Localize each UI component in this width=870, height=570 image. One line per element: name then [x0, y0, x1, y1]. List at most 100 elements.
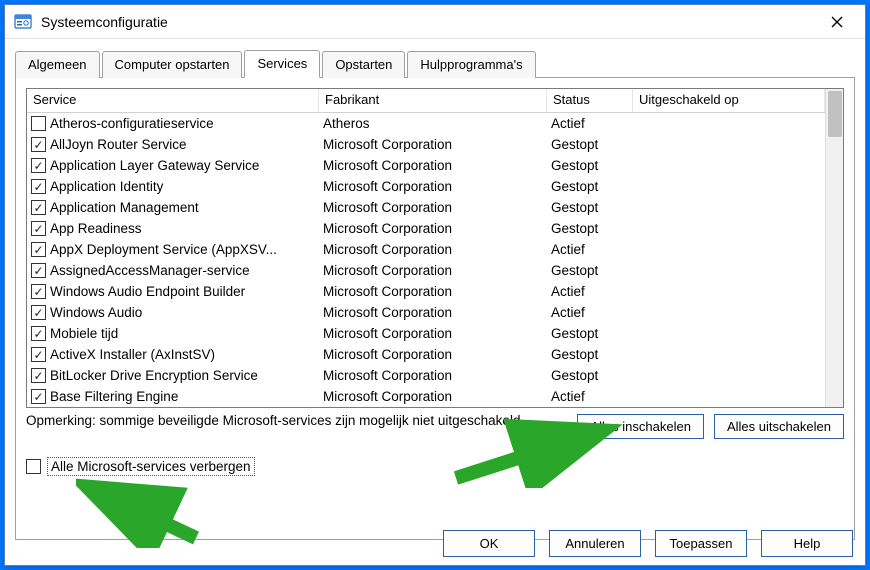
- service-manufacturer: Microsoft Corporation: [319, 326, 547, 341]
- service-name: Windows Audio Endpoint Builder: [50, 284, 245, 299]
- col-disabled-on[interactable]: Uitgeschakeld op: [633, 89, 825, 112]
- service-status: Gestopt: [547, 368, 633, 383]
- tab-computer-opstarten[interactable]: Computer opstarten: [102, 51, 243, 78]
- table-row[interactable]: Application Management Microsoft Corporat…: [27, 197, 825, 218]
- service-name: Mobiele tijd: [50, 326, 118, 341]
- service-status: Gestopt: [547, 326, 633, 341]
- service-name: Application Management: [50, 200, 199, 215]
- table-row[interactable]: Atheros-configuratieserviceAtherosActief: [27, 113, 825, 134]
- msconfig-window: Systeemconfiguratie AlgemeenComputer ops…: [4, 4, 866, 566]
- hide-ms-services-row: Alle Microsoft-services verbergen: [26, 457, 844, 476]
- table-row[interactable]: App Readiness Microsoft CorporationGestop…: [27, 218, 825, 239]
- list-inner: Service Fabrikant Status Uitgeschakeld o…: [27, 89, 825, 407]
- service-name: AllJoyn Router Service: [50, 137, 187, 152]
- close-icon: [831, 16, 843, 28]
- enable-all-button[interactable]: Alles inschakelen: [577, 414, 703, 439]
- service-status: Gestopt: [547, 137, 633, 152]
- service-name: AssignedAccessManager-service: [50, 263, 250, 278]
- service-manufacturer: Atheros: [319, 116, 547, 131]
- app-icon: [13, 12, 33, 32]
- apply-button[interactable]: Toepassen: [655, 530, 747, 557]
- dialog-buttons: OK Annuleren Toepassen Help: [443, 530, 853, 557]
- tab-services[interactable]: Services: [244, 50, 320, 78]
- hide-ms-services-label[interactable]: Alle Microsoft-services verbergen: [47, 457, 255, 476]
- service-rows: Atheros-configuratieserviceAtherosActief…: [27, 113, 825, 407]
- service-status: Gestopt: [547, 179, 633, 194]
- table-row[interactable]: AllJoyn Router Service Microsoft Corporat…: [27, 134, 825, 155]
- service-manufacturer: Microsoft Corporation: [319, 221, 547, 236]
- annotation-arrow-icon: [76, 478, 216, 548]
- service-manufacturer: Microsoft Corporation: [319, 284, 547, 299]
- services-panel: Service Fabrikant Status Uitgeschakeld o…: [15, 78, 855, 540]
- service-manufacturer: Microsoft Corporation: [319, 179, 547, 194]
- below-list-area: Opmerking: sommige beveiligde Microsoft-…: [26, 412, 844, 439]
- service-name: ActiveX Installer (AxInstSV): [50, 347, 215, 362]
- service-manufacturer: Microsoft Corporation: [319, 137, 547, 152]
- service-manufacturer: Microsoft Corporation: [319, 158, 547, 173]
- tab-algemeen[interactable]: Algemeen: [15, 51, 100, 78]
- service-name: AppX Deployment Service (AppXSV...: [50, 242, 277, 257]
- service-checkbox[interactable]: [31, 200, 46, 215]
- service-name: Application Layer Gateway Service: [50, 158, 259, 173]
- tab-opstarten[interactable]: Opstarten: [322, 51, 405, 78]
- service-status: Gestopt: [547, 158, 633, 173]
- table-row[interactable]: Windows Audio Microsoft CorporationActief: [27, 302, 825, 323]
- window-title: Systeemconfiguratie: [41, 14, 168, 30]
- service-status: Gestopt: [547, 200, 633, 215]
- protected-services-note: Opmerking: sommige beveiligde Microsoft-…: [26, 412, 577, 439]
- tab-hulpprogramma-s[interactable]: Hulpprogramma's: [407, 51, 535, 78]
- service-checkbox[interactable]: [31, 347, 46, 362]
- table-row[interactable]: Base Filtering Engine Microsoft Corporati…: [27, 386, 825, 407]
- service-manufacturer: Microsoft Corporation: [319, 305, 547, 320]
- hide-ms-services-checkbox[interactable]: [26, 459, 41, 474]
- ok-button[interactable]: OK: [443, 530, 535, 557]
- disable-all-button[interactable]: Alles uitschakelen: [714, 414, 844, 439]
- service-checkbox[interactable]: [31, 179, 46, 194]
- table-row[interactable]: AssignedAccessManager-serviceMicrosoft C…: [27, 260, 825, 281]
- service-checkbox[interactable]: [31, 242, 46, 257]
- service-manufacturer: Microsoft Corporation: [319, 200, 547, 215]
- table-row[interactable]: Application IdentityMicrosoft Corporatio…: [27, 176, 825, 197]
- service-checkbox[interactable]: [31, 305, 46, 320]
- service-checkbox[interactable]: [31, 116, 46, 131]
- service-checkbox[interactable]: [31, 284, 46, 299]
- enable-disable-buttons: Alles inschakelen Alles uitschakelen: [577, 414, 844, 439]
- service-manufacturer: Microsoft Corporation: [319, 242, 547, 257]
- scroll-thumb[interactable]: [828, 91, 842, 137]
- table-row[interactable]: ActiveX Installer (AxInstSV) Microsoft Co…: [27, 344, 825, 365]
- table-row[interactable]: BitLocker Drive Encryption ServiceMicros…: [27, 365, 825, 386]
- service-name: App Readiness: [50, 221, 142, 236]
- table-row[interactable]: Windows Audio Endpoint Builder Microsoft …: [27, 281, 825, 302]
- table-row[interactable]: Mobiele tijd Microsoft CorporationGestopt: [27, 323, 825, 344]
- service-status: Actief: [547, 284, 633, 299]
- column-headers[interactable]: Service Fabrikant Status Uitgeschakeld o…: [27, 89, 825, 113]
- service-name: Base Filtering Engine: [50, 389, 178, 404]
- vertical-scrollbar[interactable]: [825, 89, 843, 407]
- service-checkbox[interactable]: [31, 263, 46, 278]
- titlebar: Systeemconfiguratie: [5, 5, 865, 39]
- service-checkbox[interactable]: [31, 221, 46, 236]
- client-area: AlgemeenComputer opstartenServicesOpstar…: [5, 39, 865, 546]
- services-list: Service Fabrikant Status Uitgeschakeld o…: [26, 88, 844, 408]
- col-manufacturer[interactable]: Fabrikant: [319, 89, 547, 112]
- help-button[interactable]: Help: [761, 530, 853, 557]
- service-status: Actief: [547, 242, 633, 257]
- close-button[interactable]: [817, 7, 857, 37]
- service-status: Actief: [547, 305, 633, 320]
- service-name: Windows Audio: [50, 305, 142, 320]
- col-status[interactable]: Status: [547, 89, 633, 112]
- service-checkbox[interactable]: [31, 326, 46, 341]
- table-row[interactable]: AppX Deployment Service (AppXSV... Micros…: [27, 239, 825, 260]
- service-status: Gestopt: [547, 221, 633, 236]
- service-checkbox[interactable]: [31, 137, 46, 152]
- service-checkbox[interactable]: [31, 389, 46, 404]
- col-service[interactable]: Service: [27, 89, 319, 112]
- service-manufacturer: Microsoft Corporation: [319, 347, 547, 362]
- table-row[interactable]: Application Layer Gateway Service Microso…: [27, 155, 825, 176]
- service-checkbox[interactable]: [31, 368, 46, 383]
- service-status: Actief: [547, 389, 633, 404]
- service-status: Gestopt: [547, 347, 633, 362]
- cancel-button[interactable]: Annuleren: [549, 530, 641, 557]
- service-manufacturer: Microsoft Corporation: [319, 389, 547, 404]
- service-checkbox[interactable]: [31, 158, 46, 173]
